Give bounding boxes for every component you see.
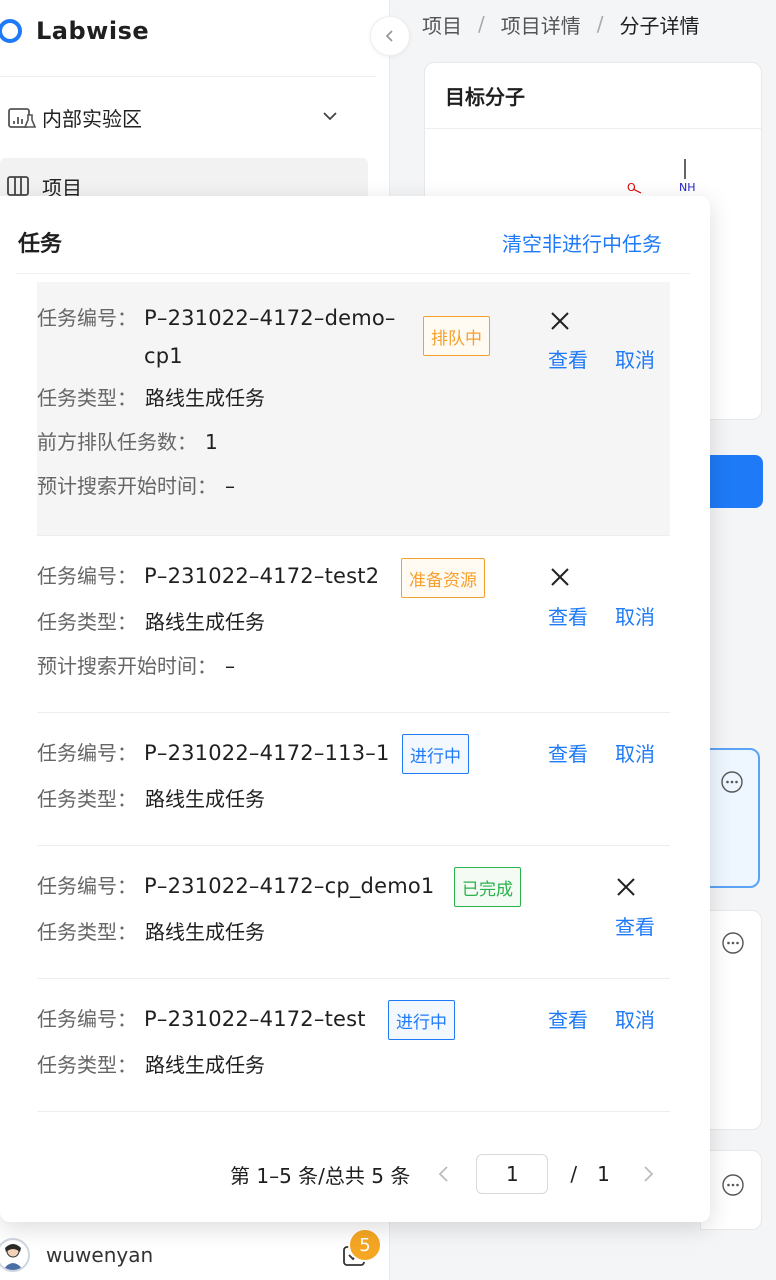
field-label: 任务编号： [37,1007,137,1031]
task-id: P–231022–4172–cp_demo1 [144,874,435,898]
user-bar: wuwenyan 5 [0,1228,390,1280]
status-badge: 准备资源 [401,558,485,598]
task-type: 路线生成任务 [145,787,265,811]
field-label: 任务类型： [37,1053,137,1077]
avatar-icon [3,1244,23,1270]
lab-workspace-label: 内部实验区 [42,106,142,131]
logo[interactable]: Labwise [0,14,149,48]
task-list: 任务编号： P–231022–4172–demo– cp1 排队中 查看 取消 … [37,282,670,1112]
status-badge: 进行中 [402,734,469,774]
task-type: 路线生成任务 [145,386,265,410]
avatar[interactable] [0,1238,30,1272]
task-item: 任务编号： P–231022–4172–113–1 进行中 查看 取消 任务类型… [37,713,670,846]
est-start-time: – [225,474,235,498]
flask-chart-icon [8,108,37,128]
card-title: 目标分子 [425,63,761,129]
status-badge: 排队中 [423,316,490,356]
task-type: 路线生成任务 [145,920,265,944]
view-task-button[interactable]: 查看 [548,739,588,769]
more-icon[interactable] [721,931,745,955]
task-type: 路线生成任务 [145,610,265,634]
tasks-title: 任务 [18,232,63,257]
field-label: 任务类型： [37,610,137,634]
task-type: 路线生成任务 [145,1053,265,1077]
close-icon[interactable] [615,876,637,898]
close-icon[interactable] [549,310,571,332]
close-icon[interactable] [549,566,571,588]
tasks-popover: 任务 清空非进行中任务 任务编号： P–231022–4172–demo– cp… [0,196,710,1222]
task-item: 任务编号： P–231022–4172–test 进行中 查看 取消 任务类型：… [37,979,670,1112]
view-task-button[interactable]: 查看 [548,602,588,632]
task-id: P–231022–4172–test2 [144,564,380,588]
view-task-button[interactable]: 查看 [548,1005,588,1035]
queue-ahead-count: 1 [205,430,218,454]
status-badge: 进行中 [388,1000,455,1040]
field-label: 前方排队任务数： [37,430,197,454]
status-badge: 已完成 [454,867,521,907]
breadcrumb: 项目 / 项目详情 / 分子详情 [422,10,700,38]
more-icon[interactable] [720,770,744,794]
task-id-cont: cp1 [144,344,183,368]
task-item: 任务编号： P–231022–4172–cp_demo1 已完成 查看 任务类型… [37,846,670,979]
logo-icon [0,19,22,43]
cancel-task-button[interactable]: 取消 [615,739,655,769]
task-id: P–231022–4172–113–1 [144,741,390,765]
breadcrumb-item-project-detail[interactable]: 项目详情 [501,10,581,39]
cancel-task-button[interactable]: 取消 [615,345,655,375]
field-label: 任务编号： [37,874,137,898]
page-number-input[interactable] [476,1154,549,1194]
field-label: 预计搜索开始时间： [37,474,217,498]
app-name: Labwise [36,17,150,45]
task-id: P–231022–4172–test [144,1007,366,1031]
more-icon[interactable] [721,1173,745,1197]
cancel-task-button[interactable]: 取消 [615,1005,655,1035]
task-item: 任务编号： P–231022–4172–demo– cp1 排队中 查看 取消 … [37,282,670,536]
view-task-button[interactable]: 查看 [548,345,588,375]
field-label: 任务类型： [37,787,137,811]
field-label: 任务编号： [37,306,137,330]
chevron-left-icon[interactable] [434,1164,454,1184]
chevron-down-icon [323,112,337,121]
collapse-sidebar-button[interactable] [370,16,410,56]
breadcrumb-item-molecule-detail: 分子详情 [619,13,700,38]
field-label: 预计搜索开始时间： [37,654,217,678]
breadcrumb-item-projects[interactable]: 项目 [422,10,462,39]
view-task-button[interactable]: 查看 [615,912,655,942]
field-label: 任务编号： [37,564,137,588]
field-label: 任务编号： [37,741,137,765]
task-count-badge[interactable]: 5 [348,1228,382,1262]
chevron-left-icon [385,30,393,42]
clear-finished-tasks-link[interactable]: 清空非进行中任务 [502,228,662,257]
lab-workspace-select[interactable]: 内部实验区 [0,94,350,140]
chevron-right-icon[interactable] [638,1164,658,1184]
sidebar-divider [0,76,376,77]
est-start-time: – [225,654,235,678]
atom-oxygen: O [627,181,636,194]
task-id: P–231022–4172–demo– [144,306,396,330]
field-label: 任务类型： [37,920,137,944]
pagination: 第 1–5 条/总共 5 条 / 1 [230,1154,658,1194]
pagination-separator: / [570,1162,578,1186]
cancel-task-button[interactable]: 取消 [615,602,655,632]
tasks-popover-header: 任务 清空非进行中任务 [16,216,690,274]
atom-nitrogen: NH [679,181,696,194]
project-icon [7,176,29,196]
total-pages: 1 [597,1162,610,1186]
pagination-summary: 第 1–5 条/总共 5 条 [230,1163,411,1188]
field-label: 任务类型： [37,386,137,410]
username: wuwenyan [46,1243,154,1267]
task-item: 任务编号： P–231022–4172–test2 准备资源 查看 取消 任务类… [37,536,670,713]
